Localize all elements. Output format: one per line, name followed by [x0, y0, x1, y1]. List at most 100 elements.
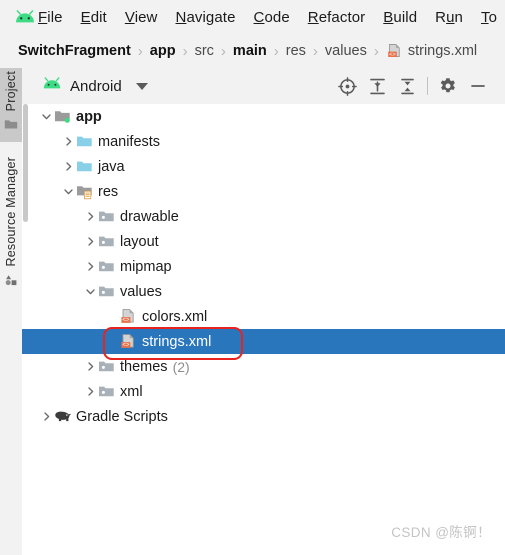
chevron-right-icon[interactable]	[83, 204, 97, 229]
tree-node-xml[interactable]: xml	[22, 379, 505, 404]
sidebar-tab-project[interactable]: Project	[0, 68, 22, 142]
gray-folder-icon	[97, 204, 115, 229]
gray-folder-icon	[97, 229, 115, 254]
android-logo-icon	[12, 0, 38, 34]
breadcrumb-separator: ›	[312, 42, 318, 60]
menu-mnemonic: u	[446, 8, 455, 26]
tree-node-colors-xml[interactable]: <> colors.xml	[22, 304, 505, 329]
project-panel-header: Android	[22, 68, 505, 104]
menu-item-label: ode	[264, 8, 290, 26]
sidebar-tab-label: Project	[4, 71, 18, 112]
android-head-icon	[42, 77, 62, 95]
menu-item-build[interactable]: Build	[383, 9, 417, 26]
chevron-down-icon[interactable]	[135, 82, 148, 90]
tree-node-res[interactable]: res	[22, 179, 505, 204]
module-folder-icon	[53, 104, 71, 129]
menu-item-label: ile	[47, 8, 63, 26]
menu-bar: File Edit View Navigate Code Refactor Bu…	[0, 0, 505, 35]
tree-node-java[interactable]: java	[22, 154, 505, 179]
tree-node-themes[interactable]: themes (2)	[22, 354, 505, 379]
tree-node-values[interactable]: values	[22, 279, 505, 304]
menu-item-edit[interactable]: Edit	[81, 9, 107, 26]
gray-folder-icon	[97, 354, 115, 379]
chevron-down-icon[interactable]	[83, 279, 97, 304]
blue-folder-icon	[75, 154, 93, 179]
breadcrumb-item-src[interactable]: src	[195, 43, 214, 59]
xml-file-icon: <>	[119, 329, 137, 354]
collapse-all-button[interactable]	[392, 71, 422, 101]
menu-item-label: avigate	[186, 8, 236, 26]
project-view-selector[interactable]: Android	[42, 77, 148, 95]
settings-button[interactable]	[433, 71, 463, 101]
project-tree: app manifests java res drawable layout m…	[22, 104, 505, 429]
tree-node-layout[interactable]: layout	[22, 229, 505, 254]
tree-node-label: xml	[120, 383, 143, 400]
tree-node-label: Gradle Scripts	[76, 408, 168, 425]
project-tree-panel[interactable]: app manifests java res drawable layout m…	[22, 104, 505, 555]
folder-icon	[4, 118, 18, 130]
xml-file-icon: <>	[386, 43, 403, 60]
tree-node-mipmap[interactable]: mipmap	[22, 254, 505, 279]
menu-item-navigate[interactable]: Navigate	[176, 9, 236, 26]
menu-mnemonic: B	[383, 8, 394, 26]
menu-item-file[interactable]: File	[38, 9, 63, 26]
tree-node-label: themes	[120, 358, 168, 375]
tree-node-label: app	[76, 108, 102, 125]
breadcrumb-item-app[interactable]: app	[150, 43, 176, 59]
blue-folder-icon	[75, 129, 93, 154]
sidebar-tab-label: Resource Manager	[4, 157, 18, 267]
chevron-right-icon[interactable]	[83, 354, 97, 379]
menu-item-label: iew	[134, 8, 158, 26]
svg-text:<>: <>	[122, 317, 130, 323]
select-opened-file-button[interactable]	[332, 71, 362, 101]
menu-item-refactor[interactable]: Refactor	[308, 9, 366, 26]
shapes-icon	[4, 274, 18, 286]
sidebar-tab-resource-manager[interactable]: Resource Manager	[0, 154, 22, 302]
tree-node-app[interactable]: app	[22, 104, 505, 129]
breadcrumb-item-res[interactable]: res	[286, 43, 306, 59]
menu-item-label: dit	[90, 8, 107, 26]
toolbar-divider	[427, 77, 428, 95]
menu-mnemonic: E	[80, 8, 91, 26]
breadcrumb-item-main[interactable]: main	[233, 43, 267, 59]
tree-node-manifests[interactable]: manifests	[22, 129, 505, 154]
menu-item-label: R	[435, 8, 447, 26]
breadcrumb-separator: ›	[182, 42, 188, 60]
gray-folder-icon	[97, 279, 115, 304]
tree-node-strings-xml[interactable]: <> strings.xml	[22, 329, 505, 354]
tree-node-label: values	[120, 283, 162, 300]
menu-item-run[interactable]: Run	[435, 9, 463, 26]
chevron-right-icon[interactable]	[61, 154, 75, 179]
tree-node-label: drawable	[120, 208, 179, 225]
chevron-right-icon[interactable]	[83, 379, 97, 404]
menu-mnemonic: T	[480, 8, 489, 26]
chevron-down-icon[interactable]	[61, 179, 75, 204]
breadcrumb-item-values[interactable]: values	[325, 43, 367, 59]
breadcrumb-item-label: strings.xml	[407, 43, 478, 59]
menu-item-tools[interactable]: To	[481, 9, 497, 26]
tree-node-label: res	[98, 183, 119, 200]
tree-node-label: colors.xml	[142, 308, 208, 325]
menu-item-code[interactable]: Code	[254, 9, 290, 26]
chevron-right-icon[interactable]	[83, 229, 97, 254]
breadcrumb-separator: ›	[373, 42, 379, 60]
chevron-right-icon[interactable]	[83, 254, 97, 279]
tree-node-drawable[interactable]: drawable	[22, 204, 505, 229]
breadcrumb-item-strings-xml[interactable]: <> strings.xml	[386, 43, 477, 60]
svg-text:<>: <>	[122, 342, 130, 348]
menu-item-label: efactor	[318, 8, 366, 26]
menu-item-label: n	[454, 8, 463, 26]
menu-mnemonic: N	[175, 8, 187, 26]
expand-all-button[interactable]	[362, 71, 392, 101]
project-view-title: Android	[70, 77, 122, 95]
android-studio-window: File Edit View Navigate Code Refactor Bu…	[0, 0, 505, 555]
chevron-right-icon[interactable]	[39, 404, 53, 429]
tree-node-label: mipmap	[120, 258, 172, 275]
chevron-down-icon[interactable]	[39, 104, 53, 129]
tree-node-gradle-scripts[interactable]: Gradle Scripts	[22, 404, 505, 429]
chevron-right-icon[interactable]	[61, 129, 75, 154]
menu-item-view[interactable]: View	[125, 9, 158, 26]
hide-button[interactable]	[463, 71, 493, 101]
breadcrumb-item-project[interactable]: SwitchFragment	[18, 43, 131, 59]
